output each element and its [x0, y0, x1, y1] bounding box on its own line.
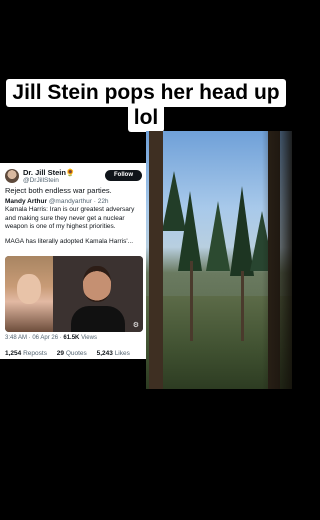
tweet-header: Dr. Jill Stein🌻 @DrJillStein Follow: [3, 167, 143, 187]
video-right-person: [53, 256, 143, 332]
quote-video-thumbnail[interactable]: ⚙: [5, 256, 143, 332]
tree-trunk: [190, 261, 193, 341]
avatar[interactable]: [5, 169, 19, 183]
video-left-person: [5, 256, 53, 332]
tree-trunk: [149, 131, 163, 389]
quote-text-2: MAGA has literally adopted Kamala Harris…: [5, 237, 134, 245]
quote-age: · 22h: [93, 198, 109, 205]
tree-trunk: [241, 271, 244, 341]
quote-text: Kamala Harris: Iran is our greatest adve…: [5, 206, 135, 231]
tweet-meta: 3:48 AM · 06 Apr 26 · 61.5K Views: [5, 335, 97, 341]
quotes-stat[interactable]: 29 Quotes: [57, 350, 91, 357]
quote-author-name: Mandy Arthur: [5, 198, 48, 205]
views-count: 61.5K: [63, 335, 80, 341]
caption-line-1: Jill Stein pops her head up: [0, 79, 292, 107]
tweet-stats: 1,254 Reposts 29 Quotes 5,243 Likes: [5, 350, 138, 357]
tweet-text: Reject both endless war parties.: [5, 186, 112, 195]
tweet-card: Dr. Jill Stein🌻 @DrJillStein Follow Reje…: [0, 163, 146, 359]
likes-stat[interactable]: 5,243 Likes: [97, 350, 134, 357]
author-handle[interactable]: @DrJillStein: [23, 177, 59, 184]
caption-text: Jill Stein pops her head up: [6, 79, 286, 107]
tree: [178, 191, 202, 271]
tweet-time: 3:48 AM · 06 Apr 26 ·: [5, 335, 62, 341]
views-label: Views: [81, 335, 97, 341]
quote-header: Mandy Arthur @mandyarthur · 22h: [5, 198, 143, 205]
reposts-stat[interactable]: 1,254 Reposts: [5, 350, 51, 357]
forest-shade: [262, 131, 292, 389]
quote-author-handle: @mandyarthur: [48, 198, 92, 205]
quoted-tweet[interactable]: Mandy Arthur @mandyarthur · 22h Kamala H…: [5, 198, 143, 334]
follow-button[interactable]: Follow: [105, 170, 142, 181]
caption-text: lol: [127, 104, 165, 132]
tree: [206, 201, 230, 271]
author-name[interactable]: Dr. Jill Stein🌻: [23, 168, 75, 177]
settings-icon[interactable]: ⚙: [133, 321, 139, 329]
caption-line-2: lol: [0, 104, 292, 132]
forest-photo: [146, 131, 292, 389]
